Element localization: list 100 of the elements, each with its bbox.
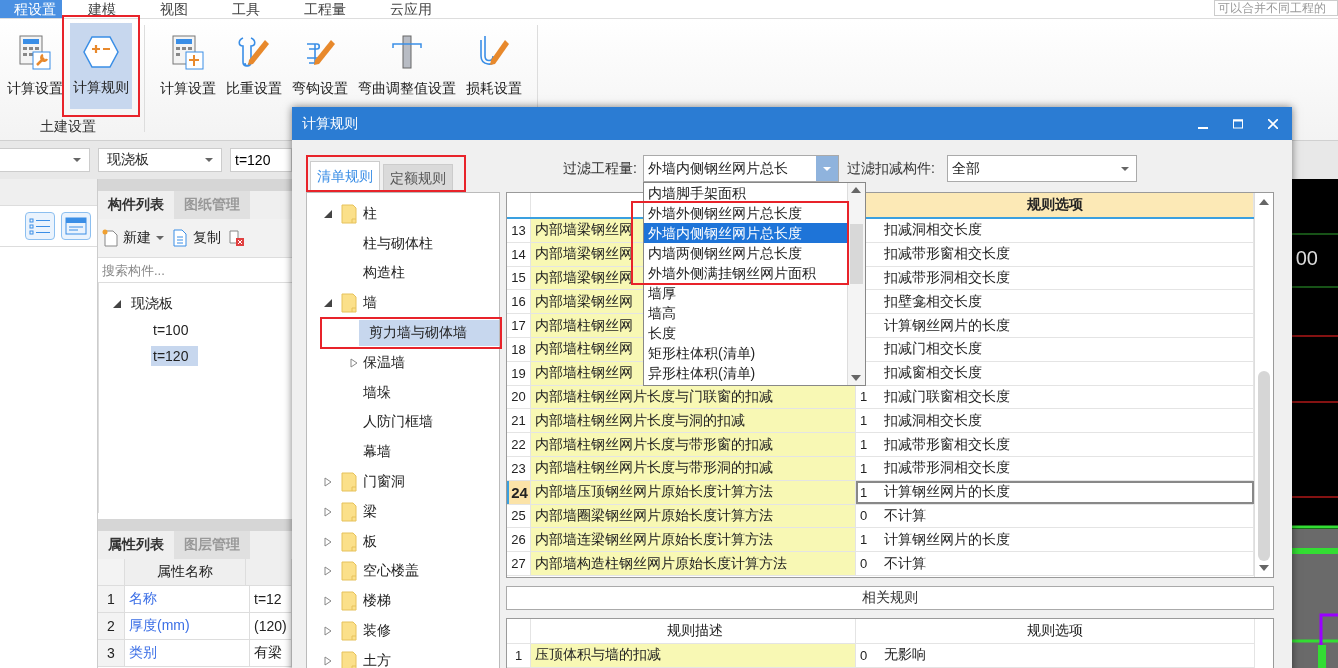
ribbon-button[interactable]: 损耗设置: [463, 23, 525, 109]
option-value: 0: [859, 508, 869, 524]
option-value: 1: [859, 437, 869, 453]
tree-item[interactable]: 墙: [357, 290, 499, 317]
tree-item[interactable]: 板: [357, 528, 499, 555]
ribbon-button[interactable]: 计算设置: [157, 23, 219, 109]
option-value: 1: [859, 532, 869, 548]
tree-item[interactable]: 现浇板: [129, 293, 183, 315]
minimize-icon: [1198, 126, 1208, 129]
caret-icon: [73, 158, 81, 162]
list-view-button[interactable]: [25, 212, 55, 240]
option-text: 扣减带形洞相交长度: [883, 459, 1010, 478]
tree-item[interactable]: t=100: [151, 320, 199, 340]
folder-icon: [341, 531, 357, 552]
hooks-pencil-icon: [237, 34, 271, 70]
option-text: 不计算: [883, 554, 926, 573]
form-view-button[interactable]: [61, 212, 91, 240]
property-name: 类别: [125, 640, 250, 666]
folder-icon: [341, 472, 357, 493]
ribbon-button[interactable]: 计算设置: [4, 23, 66, 109]
scrollbar-thumb[interactable]: [1258, 371, 1270, 561]
search-field[interactable]: 可以合并不同工程的: [1214, 0, 1338, 16]
caret-icon: [205, 158, 213, 162]
input-field[interactable]: t=120: [230, 148, 292, 172]
dropdown-option[interactable]: 外墙外侧满挂钢丝网片面积: [643, 263, 847, 283]
maximize-icon: [1233, 118, 1243, 129]
scroll-down-icon[interactable]: [851, 375, 862, 381]
ribbon-button[interactable]: 弯钩设置: [289, 23, 351, 109]
tree-item[interactable]: 柱: [357, 200, 499, 227]
option-text: 计算钢丝网片的长度: [883, 530, 1010, 549]
scroll-up-icon[interactable]: [1259, 199, 1269, 205]
tab[interactable]: 清单规则: [310, 161, 380, 192]
toolbar-button[interactable]: [229, 229, 245, 247]
rule-description: 内部墙压顶钢丝网片原始长度计算方法: [531, 480, 856, 504]
scroll-down-icon[interactable]: [1259, 565, 1269, 571]
option-text: 无影响: [883, 646, 926, 665]
menu-tab[interactable]: 云应用: [372, 0, 450, 18]
calculator-wrench-icon: [18, 34, 52, 70]
tree-item[interactable]: 构造柱: [357, 260, 499, 287]
tree-item[interactable]: 人防门框墙: [357, 409, 499, 436]
tree-item[interactable]: t=120: [151, 346, 199, 366]
dropdown[interactable]: [0, 148, 90, 172]
folder-icon: [341, 621, 357, 642]
caret-icon: [156, 236, 164, 240]
folder-icon: [341, 650, 357, 668]
column-icon: [390, 34, 424, 70]
tree-item[interactable]: 装修: [357, 618, 499, 645]
dropdown-option[interactable]: 异形柱体积(清单): [643, 363, 847, 383]
list-icon: [29, 217, 51, 235]
dropdown-option[interactable]: 内墙脚手架面积: [643, 183, 847, 203]
property-name: 厚度(mm): [125, 613, 250, 639]
option-text: 扣壁龛相交长度: [883, 292, 982, 311]
folder-icon: [341, 561, 357, 582]
filter-dropdown[interactable]: 全部: [946, 155, 1137, 182]
tree-item[interactable]: 保温墙: [357, 349, 499, 376]
column-header: 属性名称: [125, 559, 246, 585]
menu-tab[interactable]: 工具: [214, 0, 278, 18]
calculator-icon: [171, 34, 205, 70]
option-text: 扣减门联窗相交长度: [883, 387, 1010, 406]
folder-icon: [341, 293, 357, 314]
rule-description: 内部墙柱钢丝网片长度与带形窗的扣减: [531, 433, 856, 456]
folder-icon: [341, 203, 357, 224]
filter-label: 过滤扣减构件:: [846, 159, 935, 178]
tree-item[interactable]: 幕墙: [357, 439, 499, 466]
option-value: 1: [859, 460, 869, 476]
tab[interactable]: 定额规则: [383, 164, 453, 192]
ribbon-button[interactable]: 弯曲调整值设置: [355, 23, 459, 109]
tree-item[interactable]: 楼梯: [357, 588, 499, 615]
dropdown-option[interactable]: 内墙两侧钢丝网片总长度: [643, 243, 847, 263]
tree-item[interactable]: 空心楼盖: [357, 558, 499, 585]
related-rules-button[interactable]: 相关规则: [506, 586, 1274, 610]
toolbar-button[interactable]: 复制: [172, 229, 221, 247]
option-value: 1: [859, 413, 869, 429]
tree-item[interactable]: 门窗洞: [357, 469, 499, 496]
dropdown-option[interactable]: 外墙内侧钢丝网片总长度: [643, 223, 847, 243]
toolbar-button[interactable]: 新建: [102, 229, 164, 247]
search-field[interactable]: 搜索构件...: [98, 257, 292, 283]
scrollbar-thumb[interactable]: [849, 224, 863, 284]
option-value: 1: [859, 484, 869, 500]
caret-icon: [1120, 166, 1129, 171]
rule-description: 内部墙圈梁钢丝网片原始长度计算方法: [531, 504, 856, 528]
ribbon-button[interactable]: 比重设置: [223, 23, 285, 109]
dropdown-option[interactable]: 矩形柱体积(清单): [643, 343, 847, 363]
menu-tab[interactable]: 工程量: [286, 0, 364, 18]
dropdown[interactable]: 现浇板: [98, 148, 222, 172]
menu-tab[interactable]: 建模: [70, 0, 134, 18]
menu-tab[interactable]: 视图: [142, 0, 206, 18]
tree-item[interactable]: 梁: [357, 498, 499, 525]
filter-dropdown[interactable]: 外墙内侧钢丝网片总长: [642, 155, 839, 182]
close-icon: [1268, 118, 1278, 129]
folder-icon: [341, 501, 357, 522]
tree-item[interactable]: 墙垛: [357, 379, 499, 406]
option-text: 扣减带形窗相交长度: [883, 435, 1010, 454]
dialog-title: 计算规则: [302, 114, 358, 133]
dimension-label: 00: [1295, 247, 1318, 270]
row-number: 2: [98, 613, 125, 639]
tree-item[interactable]: 土方: [357, 647, 499, 668]
ribbon-button[interactable]: 计算规则: [70, 23, 132, 109]
tree-item[interactable]: 柱与砌体柱: [357, 230, 499, 257]
option-text: 计算钢丝网片的长度: [883, 316, 1010, 335]
